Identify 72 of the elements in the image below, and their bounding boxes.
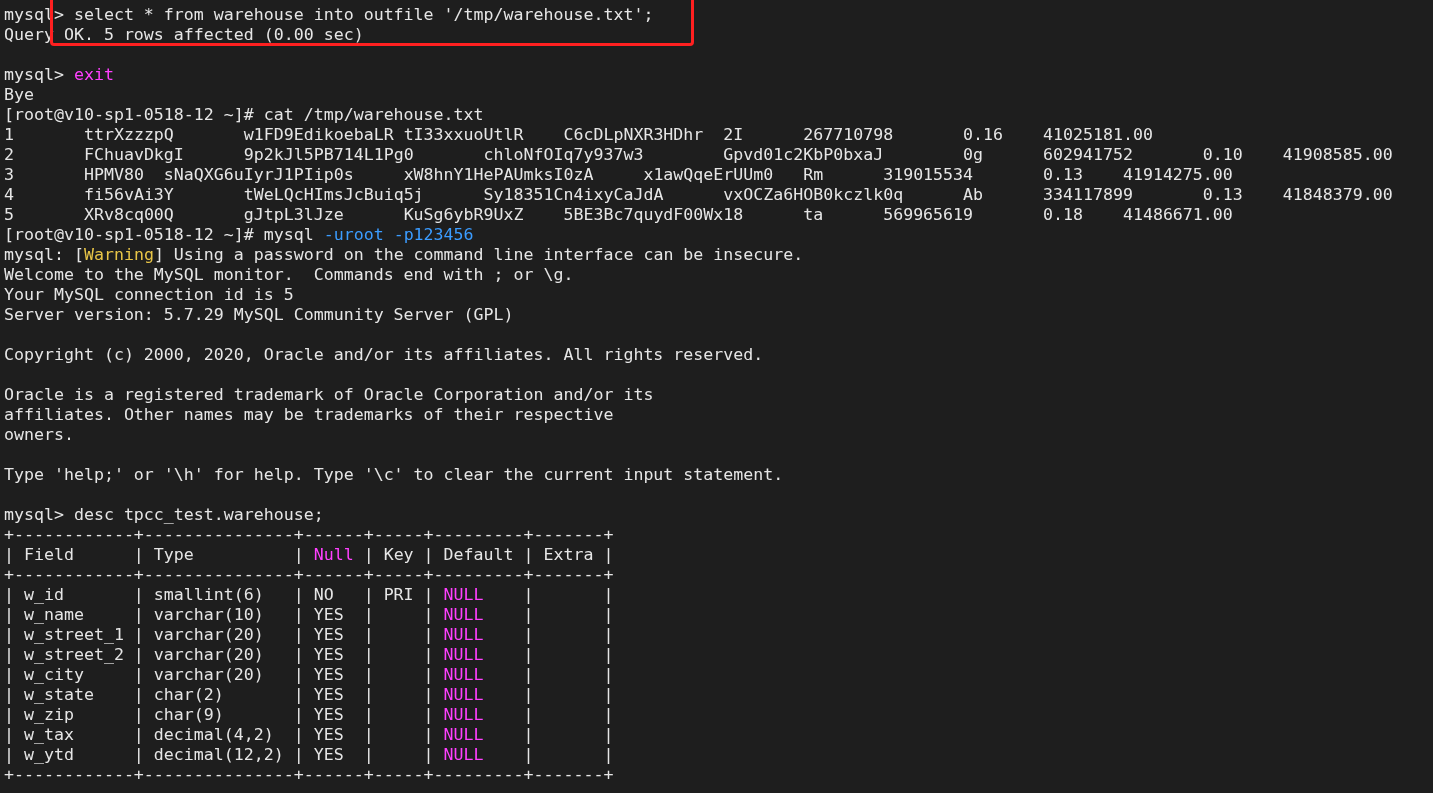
output-cell: 3: [4, 165, 14, 184]
terminal-line: +------------+---------------+------+-----+---------+-------+: [4, 565, 614, 585]
output-cell: 0.16: [963, 125, 1004, 144]
output-cell: xW8hnY1HePAUmksI0zA: [403, 165, 594, 184]
terminal-line: mysql: [Warning] Using a password on the command line interface can be insecure.: [4, 245, 804, 265]
terminal-line: mysql> desc tpcc_test.warehouse;: [4, 505, 324, 525]
output-cell: vxOCZa6HOB0kczlk0q: [723, 185, 904, 204]
output-cell: Rm: [803, 165, 824, 184]
terminal-line: Type 'help;' or '\h' for help. Type '\c' to clear the current input statement.: [4, 465, 784, 485]
output-cell: 0.13: [1043, 165, 1083, 184]
output-cell: 41486671.00: [1122, 205, 1233, 224]
terminal-line: Oracle is a registered trademark of Oracle Corporation and/or its: [4, 385, 654, 405]
output-cell: 4: [4, 185, 14, 204]
terminal-line: | w_zip | char(9) | YES | | NULL | |: [4, 705, 614, 725]
output-cell: 5: [4, 205, 14, 224]
output-cell: Gpvd01c2KbP0bxaJ: [723, 145, 884, 164]
terminal-line: | w_name | varchar(10) | YES | | NULL | |: [4, 605, 614, 625]
output-cell: 41848379.00: [1282, 185, 1393, 204]
output-cell: w1FD9EdikoebaLR: [243, 125, 394, 144]
output-cell: 0.13: [1202, 185, 1243, 204]
terminal-line: | w_ytd | decimal(12,2) | YES | | NULL | |: [4, 745, 614, 765]
output-cell: 569965619: [883, 205, 974, 224]
terminal-line: Bye: [4, 85, 34, 105]
terminal-line: | Field | Type | Null | Key | Default | Extra |: [4, 545, 614, 565]
terminal-line: Copyright (c) 2000, 2020, Oracle and/or its affiliates. All rights reserved.: [4, 345, 764, 365]
terminal-line: | w_street_1 | varchar(20) | YES | | NULL | |: [4, 625, 614, 645]
output-cell: FChuavDkgI: [83, 145, 184, 164]
output-cell: gJtpL3lJze: [243, 205, 344, 224]
output-cell: chloNfOIq7y937w3: [483, 145, 644, 164]
terminal-line: [root@v10-sp1-0518-12 ~]# mysql -uroot -p123456: [4, 225, 474, 245]
output-cell: 9p2kJl5PB714L1Pg0: [243, 145, 414, 164]
output-cell: sNaQXG6uIyrJ1PIip0s: [163, 165, 354, 184]
output-cell: 2I: [723, 125, 744, 144]
terminal-line: Your MySQL connection id is 5: [4, 285, 294, 305]
output-cell: XRv8cq00Q: [83, 205, 174, 224]
terminal-line: | w_tax | decimal(4,2) | YES | | NULL | |: [4, 725, 614, 745]
output-cell: Sy18351Cn4ixyCaJdA: [483, 185, 664, 204]
terminal-line: Welcome to the MySQL monitor. Commands end with ; or \g.: [4, 265, 574, 285]
output-cell: tI33xxuoUtlR: [403, 125, 524, 144]
terminal-line: mysql> exit: [4, 65, 114, 85]
output-cell: 5BE3Bc7quydF00Wx18: [563, 205, 744, 224]
output-cell: 0.10: [1202, 145, 1243, 164]
output-cell: ta: [803, 205, 824, 224]
terminal-line: affiliates. Other names may be trademarks of their respective: [4, 405, 614, 425]
output-cell: 602941752: [1043, 145, 1133, 164]
output-cell: 334117899: [1043, 185, 1133, 204]
terminal-line: [root@v10-sp1-0518-12 ~]# cat /tmp/warehouse.txt: [4, 105, 484, 125]
terminal-line: +------------+---------------+------+-----+---------+-------+: [4, 525, 614, 545]
output-cell: 2: [4, 145, 14, 164]
output-cell: Ab: [963, 185, 984, 204]
output-cell: 267710798: [803, 125, 894, 144]
output-cell: 41908585.00: [1282, 145, 1393, 164]
output-cell: fi56vAi3Y: [83, 185, 174, 204]
output-cell: 1: [4, 125, 14, 144]
terminal-line: | w_city | varchar(20) | YES | | NULL | |: [4, 665, 614, 685]
output-cell: ttrXzzzpQ: [83, 125, 174, 144]
output-cell: 41914275.00: [1122, 165, 1233, 184]
terminal-line: | w_id | smallint(6) | NO | PRI | NULL | |: [4, 585, 614, 605]
output-cell: 0g: [963, 145, 984, 164]
output-cell: x1awQqeErUUm0: [643, 165, 774, 184]
terminal-line: | w_street_2 | varchar(20) | YES | | NULL | |: [4, 645, 614, 665]
output-cell: 41025181.00: [1043, 125, 1153, 144]
terminal-line: owners.: [4, 425, 74, 445]
output-cell: C6cDLpNXR3HDhr: [563, 125, 704, 144]
output-cell: 319015534: [883, 165, 974, 184]
output-cell: HPMV80: [83, 165, 144, 184]
terminal-line: | w_state | char(2) | YES | | NULL | |: [4, 685, 614, 705]
output-cell: 0.18: [1043, 205, 1083, 224]
terminal-line: +------------+---------------+------+-----+---------+-------+: [4, 765, 614, 785]
output-cell: KuSg6ybR9UxZ: [403, 205, 524, 224]
terminal-line: Server version: 5.7.29 MySQL Community Server (GPL): [4, 305, 514, 325]
output-cell: tWeLQcHImsJcBuiq5j: [243, 185, 424, 204]
